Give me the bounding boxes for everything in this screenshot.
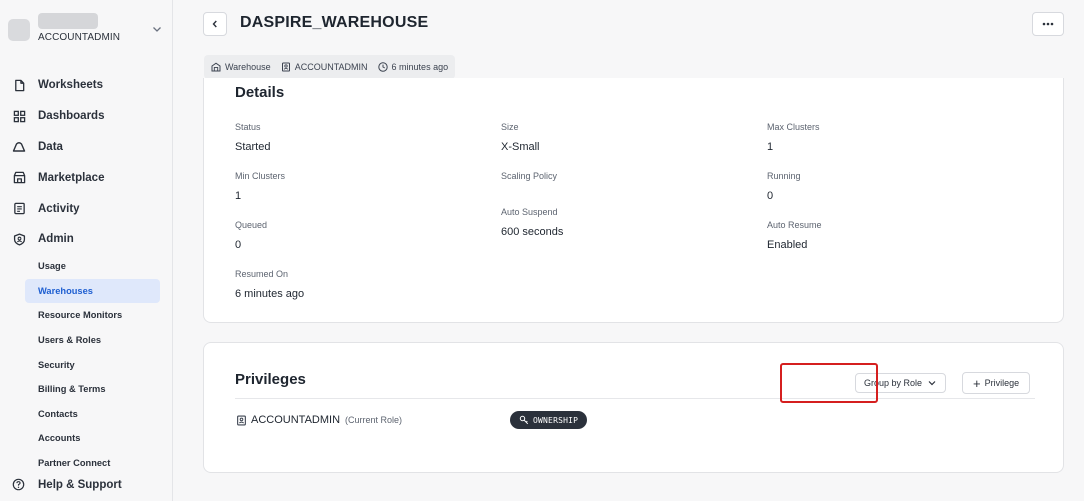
nav-label: Marketplace xyxy=(38,171,105,184)
help-icon xyxy=(12,478,26,492)
nav-item-marketplace[interactable]: Marketplace xyxy=(0,162,173,193)
subnav-security[interactable]: Security xyxy=(25,352,160,377)
field-value: 0 xyxy=(767,190,774,202)
account-switcher[interactable]: ACCOUNTADMIN xyxy=(6,12,166,48)
nav-label: Admin xyxy=(38,233,74,246)
activity-icon xyxy=(12,202,26,216)
nav-item-activity[interactable]: Activity xyxy=(0,193,173,224)
field-value: Enabled xyxy=(767,239,808,251)
subnav-usage[interactable]: Usage xyxy=(25,254,160,279)
meta-time: 6 minutes ago xyxy=(391,62,449,72)
field-label: Resumed On xyxy=(235,269,289,279)
help-label: Help & Support xyxy=(38,479,122,491)
nav-item-admin[interactable]: Admin xyxy=(0,224,173,255)
field-value: X-Small xyxy=(501,141,540,153)
plus-icon: + xyxy=(973,375,981,391)
privilege-row: ACCOUNTADMIN (Current Role) xyxy=(236,414,402,426)
field-value: 1 xyxy=(235,190,242,202)
key-icon xyxy=(519,415,529,425)
field-value: Started xyxy=(235,141,271,153)
field-running: Running 0 xyxy=(767,171,801,202)
account-role: ACCOUNTADMIN xyxy=(38,32,121,43)
details-title: Details xyxy=(235,84,285,101)
clock-icon xyxy=(377,62,388,72)
add-privilege-label: Privilege xyxy=(984,378,1020,388)
more-options-button[interactable] xyxy=(1032,12,1064,36)
field-label: Auto Suspend xyxy=(501,207,558,217)
field-label: Size xyxy=(501,122,519,132)
account-name-redacted xyxy=(38,13,98,29)
nav-label: Activity xyxy=(38,202,80,215)
ownership-badge: OWNERSHIP xyxy=(510,411,588,429)
field-label: Scaling Policy xyxy=(501,171,558,181)
page-title: DASPIRE_WAREHOUSE xyxy=(240,14,429,31)
subnav-contacts[interactable]: Contacts xyxy=(25,402,160,427)
field-max-clusters: Max Clusters 1 xyxy=(767,122,820,153)
grid-icon xyxy=(12,109,26,123)
field-resumed-on: Resumed On 6 minutes ago xyxy=(235,269,304,300)
field-value: 0 xyxy=(235,239,242,251)
subnav-partner-connect[interactable]: Partner Connect xyxy=(25,451,160,476)
cloud-icon xyxy=(12,140,26,154)
field-min-clusters: Min Clusters 1 xyxy=(235,171,285,202)
current-role-note: (Current Role) xyxy=(345,415,403,425)
privilege-name: OWNERSHIP xyxy=(533,415,579,425)
field-label: Min Clusters xyxy=(235,171,286,181)
field-value: 6 minutes ago xyxy=(235,288,305,300)
store-icon xyxy=(12,171,26,185)
field-size: Size X-Small xyxy=(501,122,540,153)
field-status: Status Started xyxy=(235,122,270,153)
field-queued: Queued 0 xyxy=(235,220,267,251)
nav-label: Dashboards xyxy=(38,110,105,123)
nav-label: Worksheets xyxy=(38,79,103,92)
field-label: Running xyxy=(767,171,801,181)
divider xyxy=(235,398,1035,399)
field-label: Auto Resume xyxy=(767,220,822,230)
field-value: 1 xyxy=(767,141,774,153)
main-content: DASPIRE_WAREHOUSE Warehouse ACCOUNTADMIN… xyxy=(174,0,1084,501)
field-label: Max Clusters xyxy=(767,122,820,132)
admin-submenu: Usage Warehouses Resource Monitors Users… xyxy=(25,254,160,475)
field-label: Queued xyxy=(235,220,268,230)
nav-item-worksheets[interactable]: Worksheets xyxy=(0,70,173,101)
file-icon xyxy=(12,78,26,92)
field-auto-suspend: Auto Suspend 600 seconds xyxy=(501,207,563,238)
nav-item-dashboards[interactable]: Dashboards xyxy=(0,101,173,132)
meta-type: Warehouse xyxy=(225,62,271,72)
main-nav: Worksheets Dashboards Data Marketplace A… xyxy=(0,70,173,255)
subnav-resource-monitors[interactable]: Resource Monitors xyxy=(25,303,160,328)
nav-label: Data xyxy=(38,140,63,153)
back-button[interactable] xyxy=(203,12,227,36)
help-support-link[interactable]: Help & Support xyxy=(12,478,122,492)
role-icon xyxy=(281,62,291,72)
privileges-card: Privileges Group by Role + Privilege ACC… xyxy=(203,342,1064,473)
chevron-down-icon[interactable] xyxy=(150,22,164,36)
role-icon xyxy=(236,415,247,426)
chevron-left-icon xyxy=(212,20,217,28)
chevron-down-icon xyxy=(927,378,937,388)
add-privilege-button[interactable]: + Privilege xyxy=(962,372,1031,394)
role-name: ACCOUNTADMIN xyxy=(251,414,341,426)
subnav-billing-terms[interactable]: Billing & Terms xyxy=(25,377,160,402)
details-card: Details Status Started Size X-Small Max … xyxy=(203,78,1064,323)
nav-item-data[interactable]: Data xyxy=(0,132,173,163)
subnav-accounts[interactable]: Accounts xyxy=(25,426,160,451)
field-auto-resume: Auto Resume Enabled xyxy=(767,220,822,251)
shield-icon xyxy=(12,232,26,246)
subnav-warehouses[interactable]: Warehouses xyxy=(25,278,160,304)
ellipsis-icon xyxy=(1042,22,1054,26)
warehouse-icon xyxy=(211,62,221,72)
group-by-role-dropdown[interactable]: Group by Role xyxy=(855,373,947,393)
field-value: 600 seconds xyxy=(501,226,564,238)
field-label: Status xyxy=(235,122,261,132)
field-scaling-policy: Scaling Policy xyxy=(501,171,557,181)
group-by-label: Group by Role xyxy=(864,378,923,388)
object-meta-bar: Warehouse ACCOUNTADMIN 6 minutes ago xyxy=(204,55,456,79)
meta-owner: ACCOUNTADMIN xyxy=(294,62,368,72)
sidebar: ACCOUNTADMIN Worksheets Dashboards Data … xyxy=(0,0,173,501)
account-avatar xyxy=(8,19,30,41)
privileges-title: Privileges xyxy=(235,371,306,388)
subnav-users-roles[interactable]: Users & Roles xyxy=(25,328,160,353)
